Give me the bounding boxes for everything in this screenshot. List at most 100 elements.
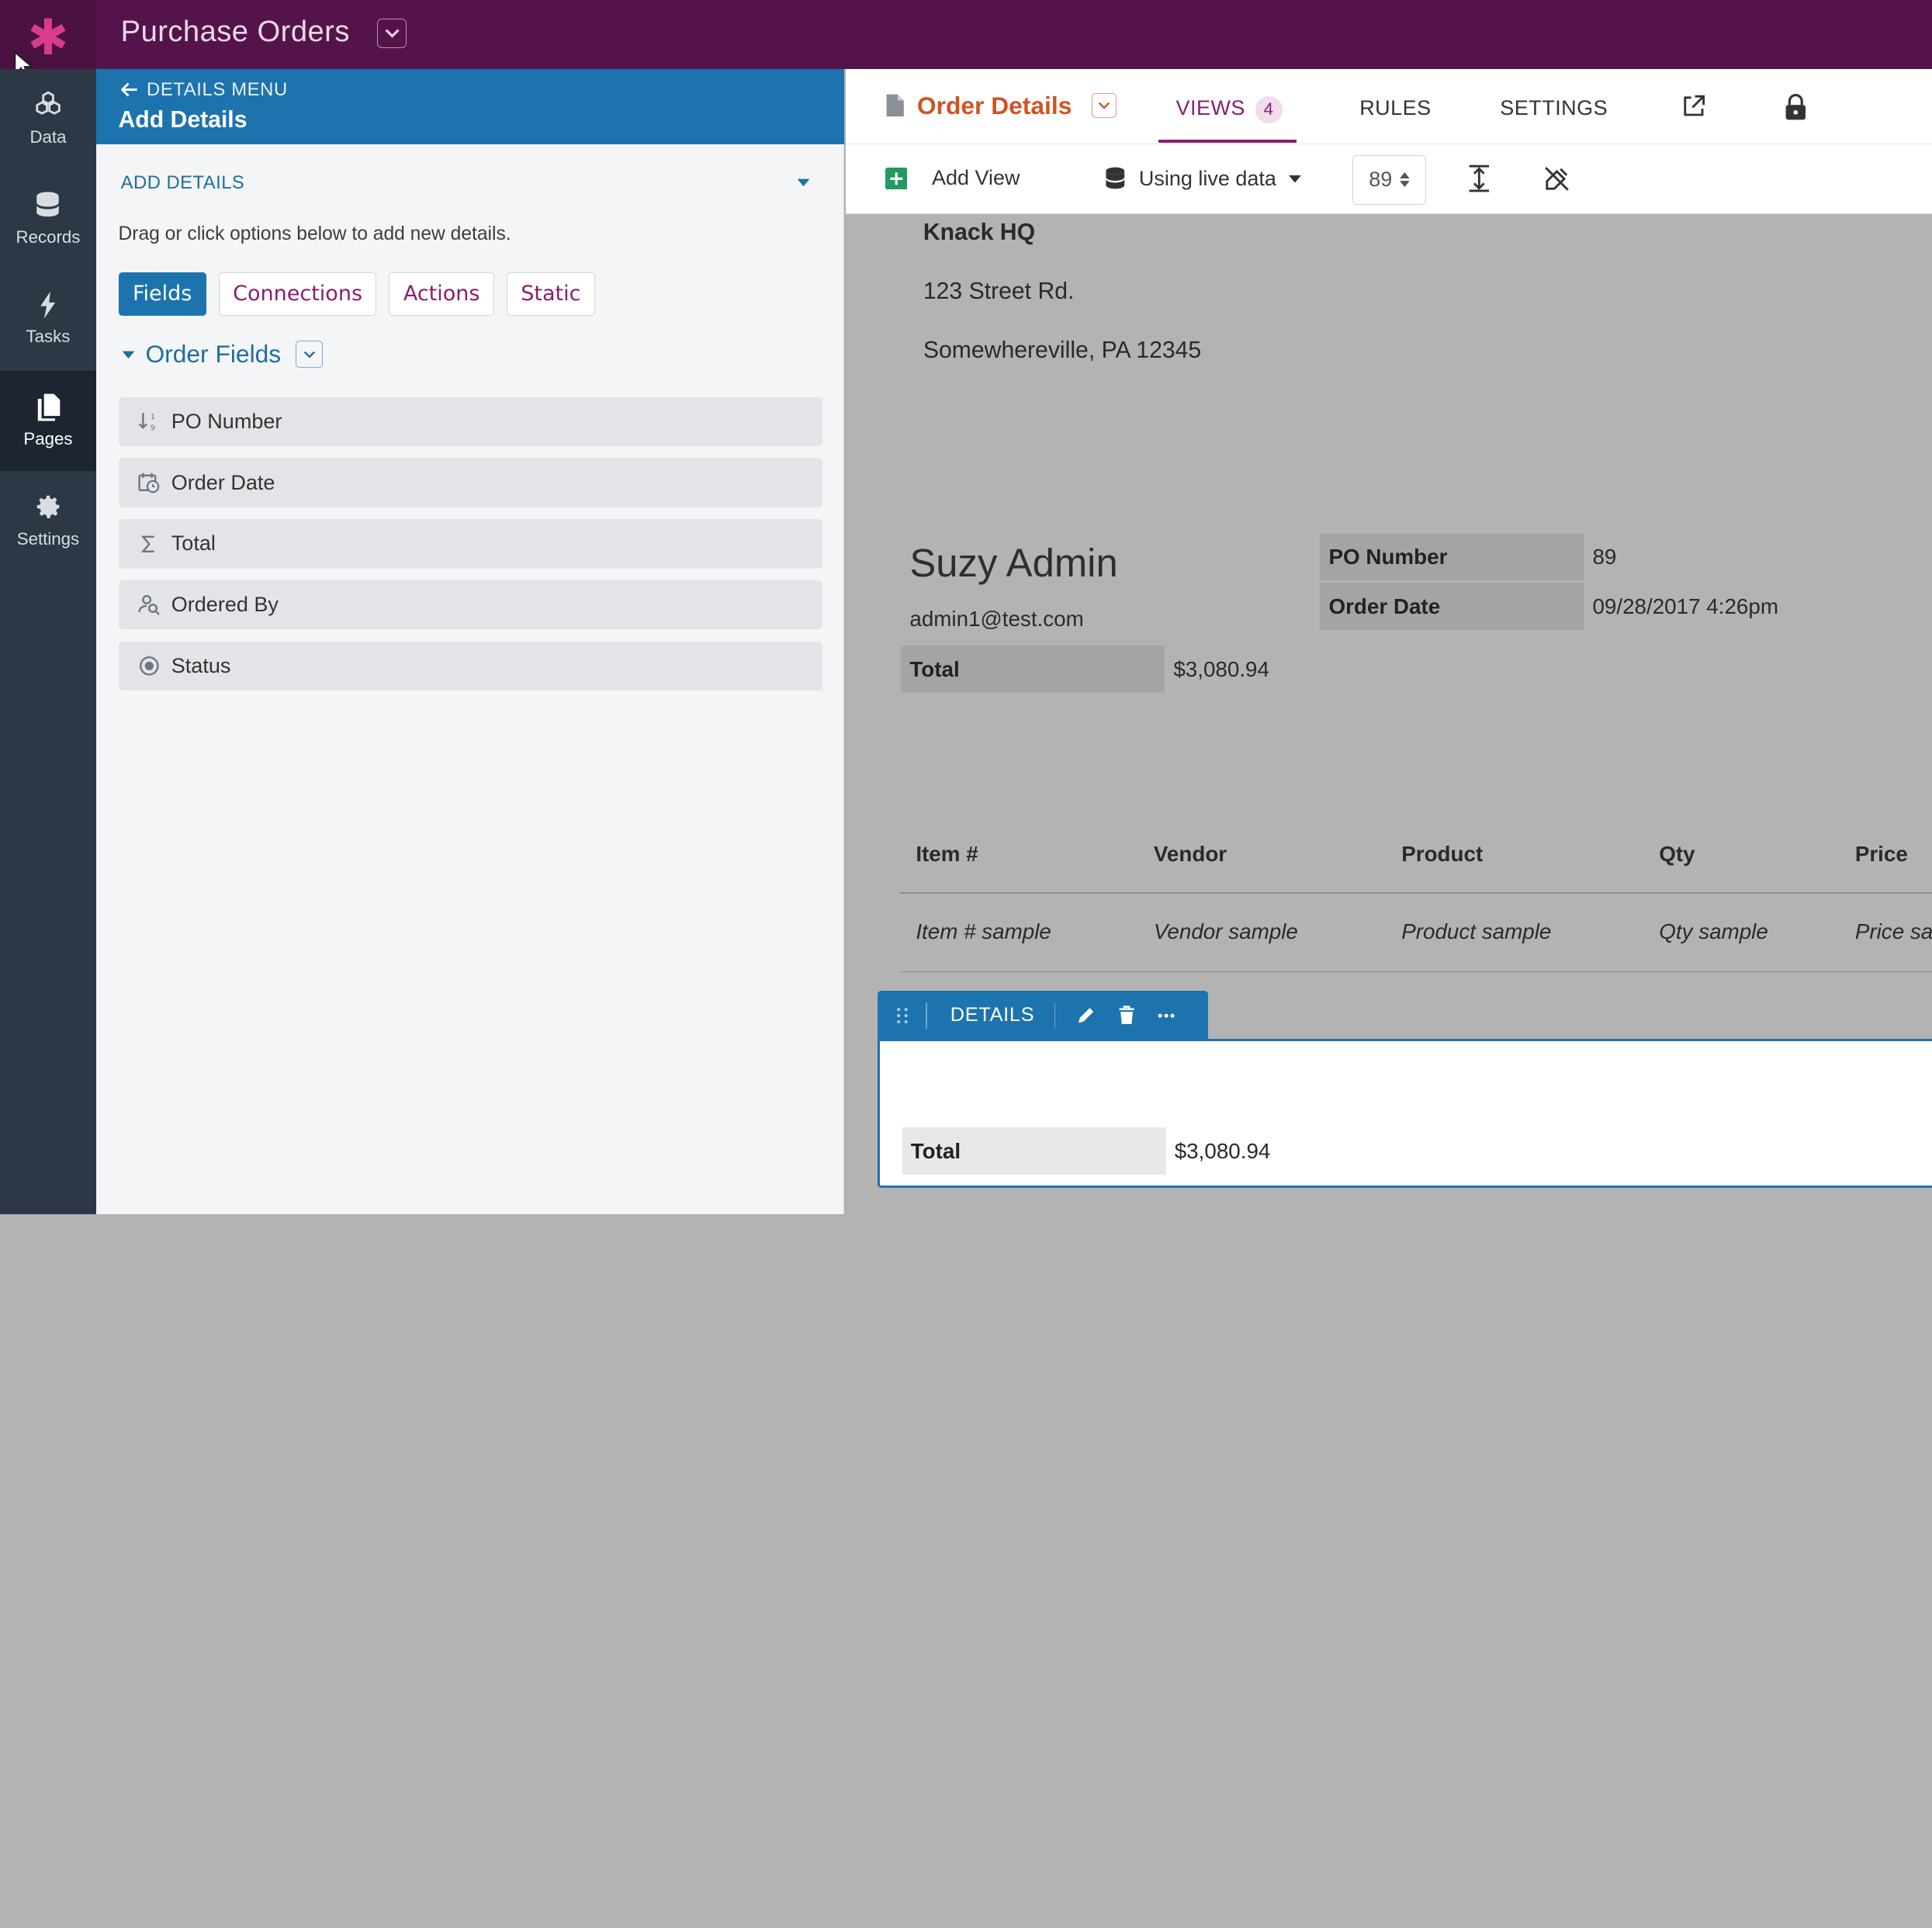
field-label: Total: [171, 531, 216, 556]
tasks-icon: [33, 290, 63, 320]
table-cell: Item # sample: [916, 919, 1051, 944]
table-divider: [899, 892, 1932, 894]
expand-height-icon[interactable]: [1468, 164, 1491, 193]
toolbar-separator: [1054, 1002, 1056, 1030]
view-toolbar: Order Details VIEWS 4 RULES SETTINGS Add …: [845, 68, 1932, 215]
data-icon: [33, 90, 63, 119]
field-item-order-date[interactable]: Order Date: [118, 458, 822, 507]
table-header: Item #: [916, 842, 978, 866]
top-bar: ✱ Purchase Orders: [0, 0, 1932, 69]
details-view-selected[interactable]: Total $3,080.94: [878, 1039, 1932, 1189]
nav-item-data[interactable]: Data: [0, 69, 96, 169]
company-address-line1: 123 Street Rd.: [923, 279, 1075, 304]
view-dropdown[interactable]: [1091, 93, 1117, 118]
detail-value: 89: [1592, 545, 1617, 569]
app-title: Purchase Orders: [120, 15, 350, 49]
nav-item-settings[interactable]: Settings: [0, 471, 96, 571]
live-data-toggle[interactable]: Using live data: [1104, 166, 1301, 191]
settings-icon: [33, 492, 63, 521]
details-menu-back-link[interactable]: DETAILS MENU: [120, 78, 288, 101]
external-link-icon[interactable]: [1681, 94, 1706, 119]
table-cell: Qty sample: [1659, 919, 1768, 944]
tab-static[interactable]: Static: [506, 272, 595, 316]
record-id-value: 89: [1369, 168, 1393, 192]
left-nav: Data Records Tasks Pages Settings: [0, 68, 96, 1214]
field-item-total[interactable]: Total: [118, 519, 822, 569]
record-id-stepper[interactable]: 89: [1352, 155, 1426, 205]
company-name: Knack HQ: [923, 219, 1036, 245]
field-item-ordered-by[interactable]: Ordered By: [118, 580, 822, 630]
field-item-status[interactable]: Status: [118, 641, 822, 691]
detail-row-order-date[interactable]: Order Date 09/28/2017 4:26pm: [1320, 583, 1778, 630]
toolbar-tabs-row: Order Details VIEWS 4 RULES SETTINGS: [845, 69, 1932, 144]
document-icon: [886, 94, 904, 117]
group-dropdown[interactable]: [296, 341, 324, 369]
caret-down-icon: [122, 351, 135, 358]
detail-key: Total: [902, 1127, 1166, 1175]
nav-label: Settings: [16, 528, 80, 549]
add-details-panel: DETAILS MENU Add Details ADD DETAILS Dra…: [95, 68, 845, 1214]
view-selector[interactable]: Order Details: [885, 92, 1117, 120]
company-address-line2: Somewhereville, PA 12345: [923, 337, 1202, 364]
detail-type-tabs: Fields Connections Actions Static: [118, 272, 595, 316]
field-label: Order Date: [171, 470, 275, 494]
detail-value: $3,080.94: [1173, 656, 1269, 681]
tab-settings[interactable]: SETTINGS: [1500, 96, 1608, 120]
table-cell: Price sa: [1854, 919, 1932, 944]
pages-icon: [33, 393, 63, 422]
user-name: Suzy Admin: [909, 540, 1118, 585]
design-off-icon[interactable]: [1543, 165, 1570, 192]
detail-key: Total: [901, 646, 1165, 693]
svg-text:9: 9: [151, 424, 155, 432]
detail-row-total[interactable]: Total $3,080.94: [902, 1127, 1271, 1175]
table-header: Price: [1854, 842, 1908, 866]
tab-rules[interactable]: RULES: [1359, 96, 1431, 120]
detail-value: 09/28/2017 4:26pm: [1592, 594, 1778, 618]
user-search-icon: [138, 594, 161, 616]
auto-increment-icon: 19: [138, 410, 161, 433]
plus-square-icon: [885, 167, 908, 190]
active-tab-underline: [1158, 139, 1297, 144]
add-view-label: Add View: [931, 166, 1020, 190]
back-link-label: DETAILS MENU: [147, 78, 288, 100]
more-options-icon[interactable]: [1158, 1013, 1175, 1018]
detail-key: Order Date: [1320, 583, 1584, 630]
group-title: Order Fields: [145, 340, 282, 369]
view-name-label: Order Details: [916, 91, 1072, 119]
drag-handle-icon[interactable]: [896, 1007, 909, 1024]
app-switcher-dropdown[interactable]: [377, 18, 407, 48]
lock-icon[interactable]: [1785, 93, 1807, 121]
tab-actions[interactable]: Actions: [389, 272, 494, 316]
tab-fields[interactable]: Fields: [118, 272, 206, 316]
detail-row-total[interactable]: Total $3,080.94: [901, 646, 1269, 693]
table-cell: Vendor sample: [1153, 919, 1298, 944]
order-fields-group-header[interactable]: Order Fields: [121, 340, 324, 369]
views-count-badge: 4: [1255, 95, 1283, 123]
field-item-po-number[interactable]: 19 PO Number: [118, 396, 822, 447]
nav-item-tasks[interactable]: Tasks: [0, 268, 96, 369]
detail-key: PO Number: [1320, 533, 1584, 581]
panel-title: Add Details: [118, 107, 248, 133]
edit-pencil-icon[interactable]: [1076, 1006, 1096, 1025]
add-view-button[interactable]: Add View: [885, 166, 1020, 190]
details-view-toolbar: DETAILS: [878, 991, 1208, 1040]
caret-down-icon[interactable]: [796, 178, 811, 188]
detail-value: $3,080.94: [1174, 1138, 1271, 1163]
toolbar-separator: [926, 1002, 927, 1030]
panel-hint: Drag or click options below to add new d…: [118, 223, 511, 244]
tab-connections[interactable]: Connections: [218, 272, 377, 316]
app-root: ✱ Purchase Orders Data Records Tasks Pag…: [0, 0, 1932, 1214]
trash-icon[interactable]: [1118, 1006, 1135, 1025]
details-view-label: DETAILS: [950, 1004, 1035, 1026]
section-label[interactable]: ADD DETAILS: [121, 172, 245, 194]
tab-views[interactable]: VIEWS 4: [1176, 95, 1283, 123]
table-header: Product: [1401, 842, 1484, 866]
nav-item-pages[interactable]: Pages: [0, 371, 96, 471]
svg-text:1: 1: [151, 413, 155, 421]
panel-header: DETAILS MENU Add Details: [95, 68, 845, 144]
nav-item-records[interactable]: Records: [0, 169, 96, 269]
table-header: Qty: [1659, 842, 1695, 866]
detail-row-po-number[interactable]: PO Number 89: [1320, 533, 1617, 581]
field-label: PO Number: [171, 409, 282, 433]
chevron-down-icon: [1098, 102, 1110, 109]
